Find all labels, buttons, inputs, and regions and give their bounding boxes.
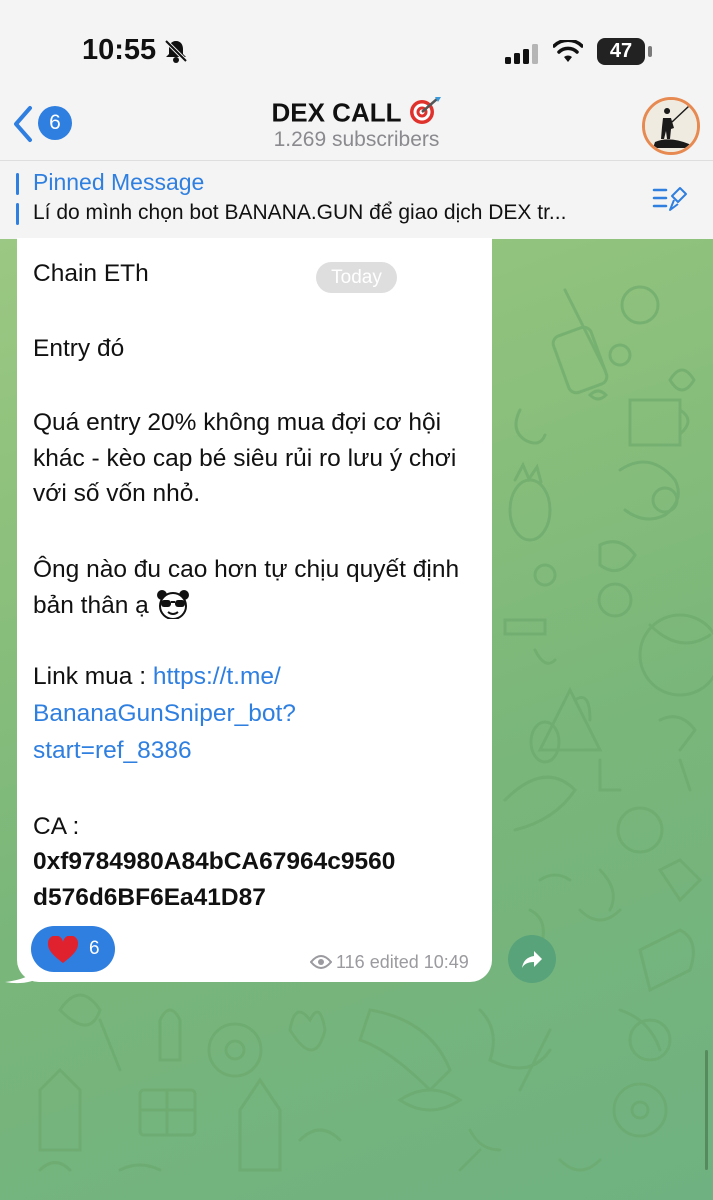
contract-address-line1: 0xf9784980A84bCA67964c9560 [33,848,396,875]
channel-title-text: DEX CALL [271,97,402,128]
pinned-label: Pinned Message [33,169,205,195]
message-link-block: Link mua : https://t.me/ BananaGunSniper… [33,660,483,768]
message-meta: 116 edited 10:49 [309,952,469,974]
referral-link-part2[interactable]: BananaGunSniper_bot? [33,697,483,731]
link-label: Link mua : [33,663,153,690]
pinned-message-bar[interactable]: Pinned Message Lí do mình chọn bot BANAN… [0,160,713,239]
status-time: 10:55 [82,34,157,66]
edited-time: edited 10:49 [369,952,469,972]
contract-address-line2: d576d6BF6Ea41D87 [33,884,266,911]
scroll-indicator[interactable] [705,1050,708,1170]
message-line-entry: Entry đó [33,335,125,362]
fisherman-silhouette-icon [645,100,697,152]
bell-off-icon [164,39,188,63]
share-arrow-icon [522,951,542,968]
message-paragraph-warning: Quá entry 20% không mua đợi cơ hội khác … [33,409,457,507]
heart-reaction-button[interactable]: 6 [31,926,115,972]
eye-icon [309,953,333,974]
wifi-icon [553,40,583,62]
ca-label: CA : [33,813,80,840]
channel-avatar[interactable] [642,97,700,155]
reaction-count: 6 [89,938,100,959]
panda-sunglasses-icon [156,589,190,630]
message-risk-text: Ông nào đu cao hơn tự chịu quyết định bả… [33,556,460,619]
pinned-list-icon[interactable] [652,184,688,214]
battery-tip [648,46,652,57]
referral-link-part1[interactable]: https://t.me/ [153,663,281,690]
message-line-chain: Chain ETh [33,260,149,287]
message-paragraph-risk: Ông nào đu cao hơn tự chịu quyết định bả… [33,552,463,629]
battery-icon: 47 [597,38,645,65]
pinned-indicator [16,173,19,195]
pinned-preview-text: Lí do mình chọn bot BANANA.GUN để giao d… [33,201,567,224]
view-count: 116 [336,952,365,972]
referral-link-part3[interactable]: start=ref_8386 [33,734,483,768]
signal-icon [505,44,538,64]
share-button[interactable] [508,935,556,983]
heart-icon [47,936,79,963]
subscriber-count: 1.269 subscribers [273,128,440,151]
pinned-indicator [16,203,19,225]
